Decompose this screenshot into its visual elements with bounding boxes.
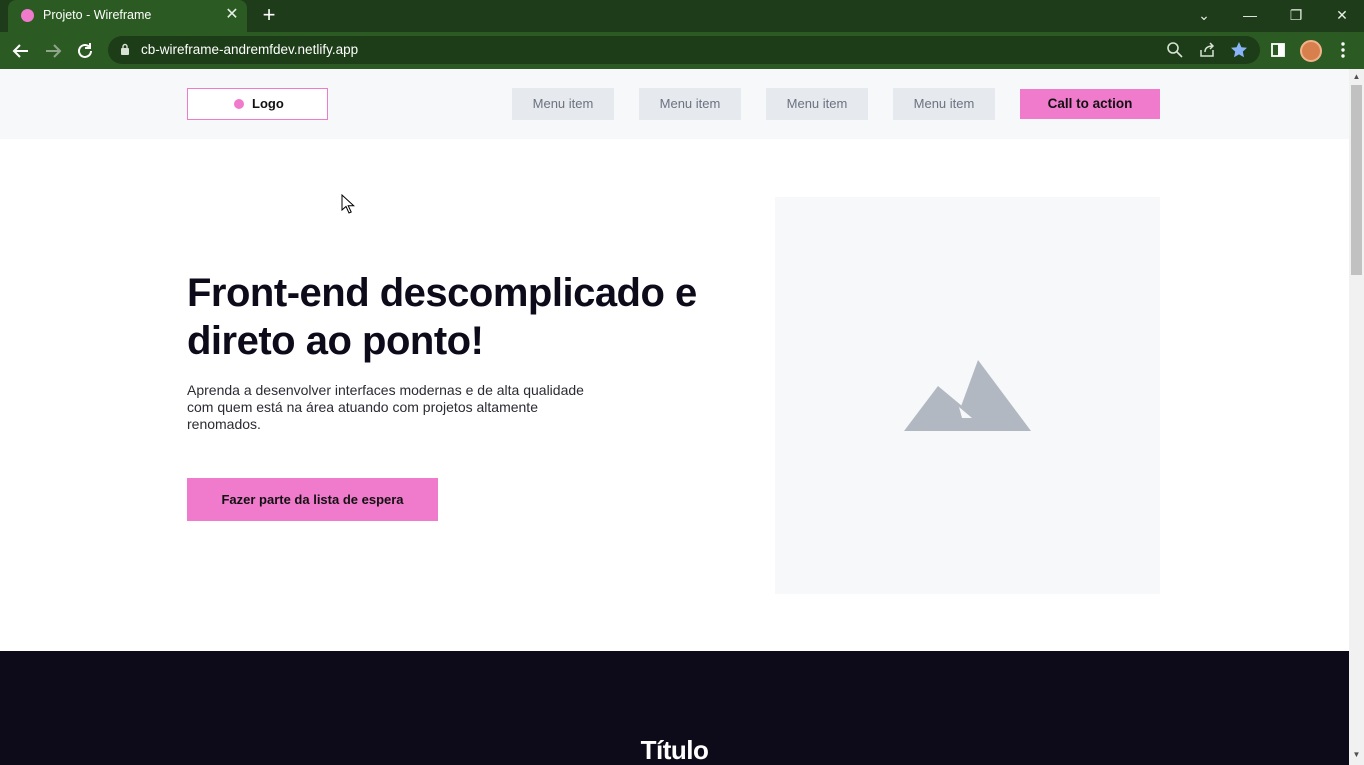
new-tab-button[interactable]: +: [258, 4, 280, 26]
tab-search-button[interactable]: ⌄: [1192, 4, 1216, 26]
waitlist-button[interactable]: Fazer parte da lista de espera: [187, 478, 438, 521]
url-text[interactable]: cb-wireframe-andremfdev.netlify.app: [141, 42, 358, 57]
page-viewport: Logo Menu item Menu item Menu item Menu …: [0, 69, 1349, 765]
zoom-icon[interactable]: [1165, 40, 1185, 60]
tab-title: Projeto - Wireframe: [43, 8, 152, 22]
profile-avatar[interactable]: [1300, 40, 1322, 62]
close-tab-icon[interactable]: ✕: [223, 6, 241, 24]
menu-item-1[interactable]: Menu item: [512, 88, 614, 120]
hero-title: Front-end descomplicado e direto ao pont…: [187, 271, 697, 363]
browser-tab[interactable]: Projeto - Wireframe ✕: [8, 0, 247, 32]
address-bar[interactable]: cb-wireframe-andremfdev.netlify.app: [108, 36, 1260, 64]
side-panel-icon[interactable]: [1267, 39, 1289, 61]
dark-section: Título: [0, 651, 1349, 765]
restore-button[interactable]: ❐: [1284, 4, 1308, 26]
logo[interactable]: Logo: [187, 88, 328, 120]
scroll-thumb[interactable]: [1351, 85, 1362, 275]
lock-icon: [121, 43, 129, 55]
page-scrollbar[interactable]: ▲ ▼: [1349, 69, 1364, 765]
logo-dot-icon: [234, 99, 244, 109]
scroll-down-icon[interactable]: ▼: [1349, 749, 1364, 761]
more-menu-icon[interactable]: [1332, 39, 1354, 61]
menu-item-4[interactable]: Menu item: [893, 88, 995, 120]
scroll-up-icon[interactable]: ▲: [1349, 71, 1364, 83]
share-icon[interactable]: [1197, 40, 1217, 60]
mouse-cursor-icon: [341, 194, 355, 214]
hero-description: Aprenda a desenvolver interfaces moderna…: [187, 382, 584, 432]
minimize-button[interactable]: —: [1238, 4, 1262, 26]
browser-toolbar: cb-wireframe-andremfdev.netlify.app: [0, 32, 1364, 69]
browser-tab-strip: Projeto - Wireframe ✕ + ⌄ — ❐ ✕: [0, 0, 1364, 32]
reload-icon[interactable]: [73, 39, 97, 63]
menu-item-3[interactable]: Menu item: [766, 88, 868, 120]
section-title: Título: [640, 735, 709, 765]
site-header: Logo Menu item Menu item Menu item Menu …: [0, 69, 1349, 139]
favicon-icon: [21, 9, 34, 22]
bookmark-star-icon[interactable]: [1229, 40, 1249, 60]
mountain-image-icon: [904, 360, 1031, 431]
logo-text: Logo: [252, 96, 284, 111]
back-arrow-icon[interactable]: [9, 39, 33, 63]
hero-image-placeholder: [775, 197, 1160, 594]
menu-item-2[interactable]: Menu item: [639, 88, 741, 120]
call-to-action-button[interactable]: Call to action: [1020, 89, 1160, 119]
close-window-button[interactable]: ✕: [1330, 4, 1354, 26]
forward-arrow-icon[interactable]: [41, 39, 65, 63]
